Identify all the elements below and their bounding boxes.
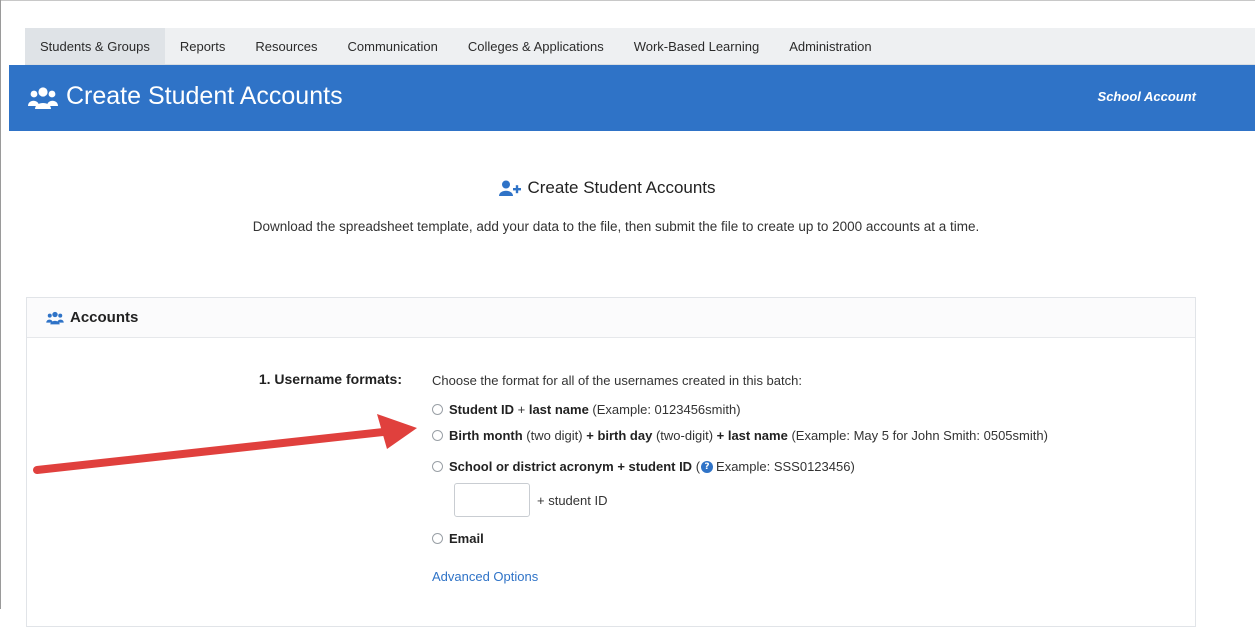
page-title: Create Student Accounts: [66, 82, 343, 110]
annotation-arrow: [33, 414, 417, 474]
nav-work-based-learning[interactable]: Work-Based Learning: [619, 28, 775, 64]
nav-reports[interactable]: Reports: [165, 28, 241, 64]
account-type-label: School Account: [1097, 89, 1196, 104]
option-birth-date-last-name[interactable]: Birth month (two digit) + birth day (two…: [432, 428, 1048, 443]
radio-student-id-last-name[interactable]: [432, 404, 443, 415]
top-navigation: Students & Groups Reports Resources Comm…: [25, 28, 1255, 65]
username-formats-label: 1. Username formats:: [258, 371, 402, 387]
window-border: [1, 0, 1255, 1]
section-description: Download the spreadsheet template, add y…: [252, 219, 980, 234]
username-formats-description: Choose the format for all of the usernam…: [432, 373, 802, 388]
page-header: Create Student Accounts School Account: [9, 65, 1255, 131]
nav-students-groups[interactable]: Students & Groups: [25, 28, 165, 64]
help-icon[interactable]: ?: [701, 460, 714, 473]
nav-communication[interactable]: Communication: [333, 28, 453, 64]
option-acronym-student-id[interactable]: School or district acronym + student ID …: [432, 459, 855, 474]
nav-colleges-applications[interactable]: Colleges & Applications: [453, 28, 619, 64]
radio-email[interactable]: [432, 533, 443, 544]
nav-resources[interactable]: Resources: [240, 28, 332, 64]
option-student-id-last-name[interactable]: Student ID + last name (Example: 0123456…: [432, 402, 741, 417]
plus-student-id-label: + student ID: [537, 493, 608, 508]
users-icon: [28, 87, 58, 109]
acronym-input[interactable]: [454, 483, 530, 517]
user-add-icon: [499, 180, 522, 196]
radio-birth-date-last-name[interactable]: [432, 430, 443, 441]
users-icon: [46, 311, 64, 324]
advanced-options-link[interactable]: Advanced Options: [432, 569, 538, 584]
accounts-panel-header: Accounts: [27, 298, 1195, 338]
accounts-panel-title: Accounts: [70, 309, 139, 326]
section-title: Create Student Accounts: [1, 178, 1214, 198]
nav-administration[interactable]: Administration: [774, 28, 886, 64]
option-email[interactable]: Email: [432, 531, 484, 546]
radio-acronym-student-id[interactable]: [432, 461, 443, 472]
section-title-text: Create Student Accounts: [527, 178, 716, 197]
